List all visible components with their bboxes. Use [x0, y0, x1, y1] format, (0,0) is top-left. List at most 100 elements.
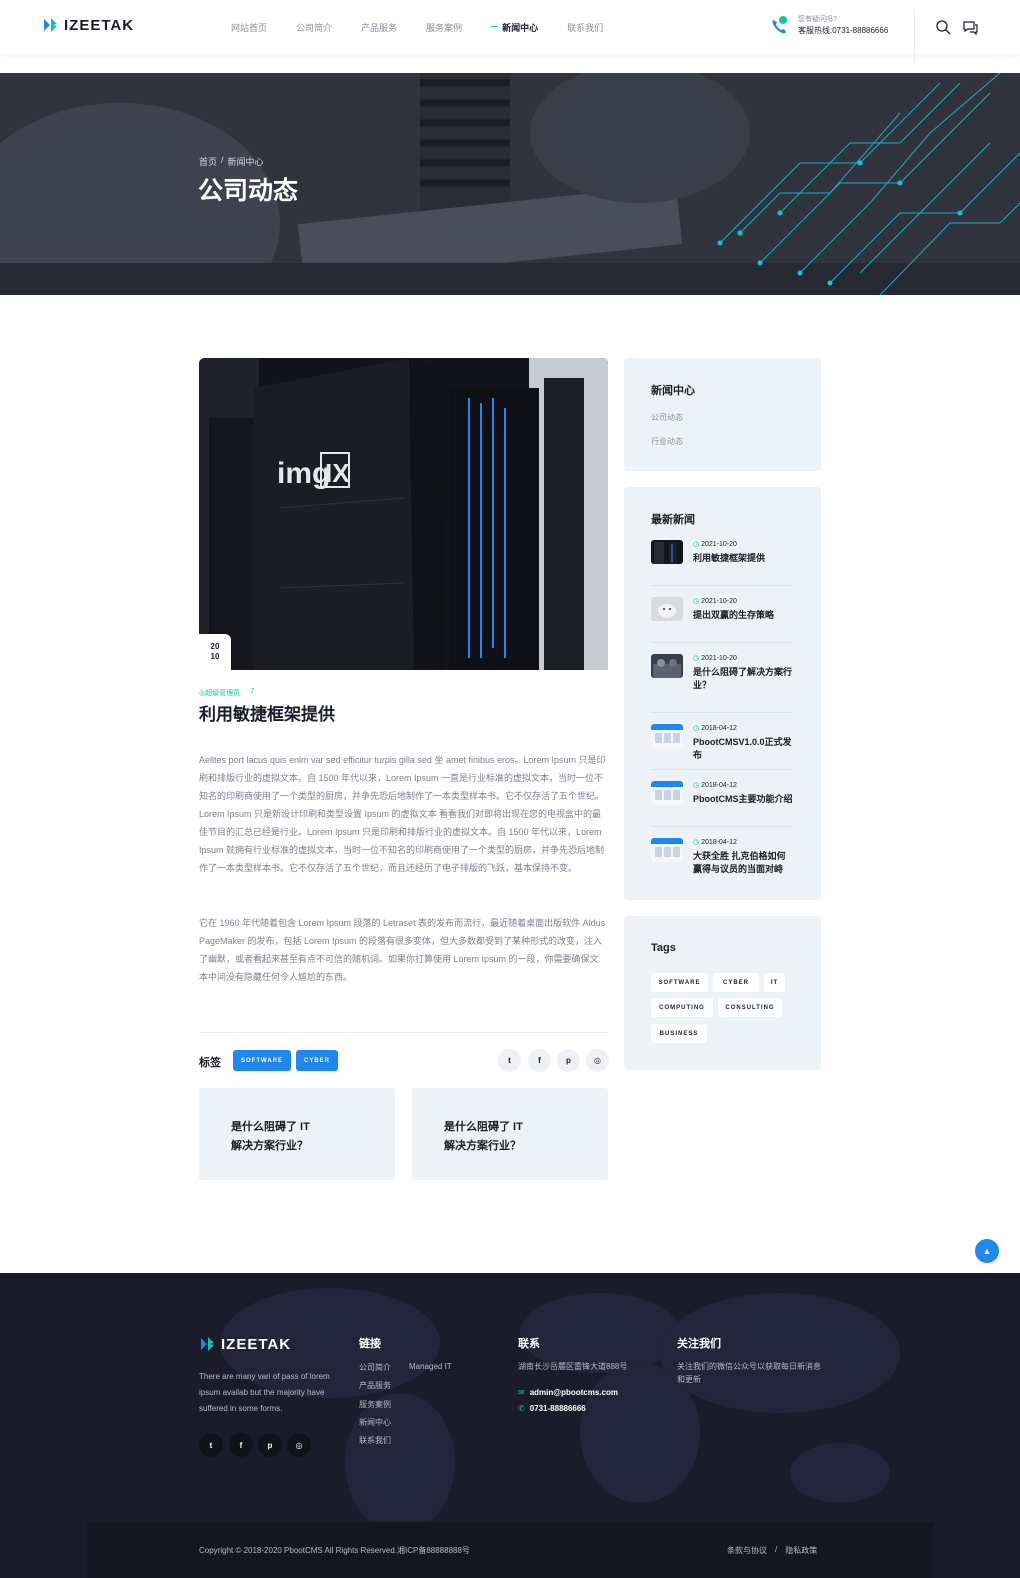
instagram-icon[interactable]: ◎	[287, 1433, 311, 1457]
sidebar-tag-it[interactable]: IT	[764, 973, 785, 992]
sidebar-tags: Tags SOFTWARE CYBER IT COMPUTING CONSULT…	[624, 916, 821, 1070]
svg-text:IX: IX	[325, 458, 350, 488]
news-thumbnail	[651, 597, 683, 621]
news-title: PbootCMSV1.0.0正式发布	[693, 737, 792, 760]
latest-news-item[interactable]: ◷ 2021-10-20 提出双赢的生存策略	[651, 597, 793, 637]
related-post-card[interactable]: 是什么阻碍了 IT 解决方案行业？	[199, 1088, 395, 1180]
footer-link-managed-it[interactable]: Managed IT	[409, 1362, 452, 1371]
sidebar-item-company-news[interactable]: 公司动态	[651, 412, 683, 423]
latest-news-item[interactable]: ◷ 2018-04-12 PbootCMSV1.0.0正式发布	[651, 724, 793, 764]
phone-icon: ✆	[518, 1404, 525, 1413]
breadcrumb-home[interactable]: 首页	[199, 155, 217, 168]
copyright-bar: Copyright © 2018-2020 PbootCMS All Right…	[87, 1522, 933, 1578]
mail-icon: ✉	[518, 1388, 525, 1397]
sidebar-tag-cyber[interactable]: CYBER	[713, 973, 759, 992]
sidebar-tags-title: Tags	[651, 942, 676, 954]
legal-separator: /	[775, 1545, 778, 1554]
sidebar-latest-news: 最新新闻 ◷ 2021-10-20 利用敏捷框架提供 ◷ 2021-10-20 提出…	[624, 487, 821, 900]
facebook-icon[interactable]: f	[528, 1049, 551, 1072]
article-paragraph-2: 它在 1960 年代随着包含 Lorem Ipsum 段落的 Letraset …	[199, 918, 606, 982]
related-title-line-1: 是什么阻碍了 IT	[231, 1121, 310, 1133]
instagram-icon[interactable]: ◎	[586, 1049, 609, 1072]
hotline-number: 客服热线:0731-88886666	[798, 26, 889, 35]
footer-link-about[interactable]: 公司简介	[359, 1362, 391, 1373]
author-name[interactable]: 超级管理员	[205, 690, 240, 697]
phone-icon	[772, 15, 787, 33]
news-date: ◷ 2018-04-12	[693, 839, 737, 846]
sidebar-categories-title: 新闻中心	[651, 385, 695, 397]
nav-item-about[interactable]: 公司简介	[296, 21, 332, 34]
comment-count[interactable]: 7	[250, 688, 254, 695]
copyright-text: Copyright © 2018-2020 PbootCMS All Right…	[199, 1546, 470, 1555]
chat-icon[interactable]	[962, 19, 978, 35]
footer-link-contact[interactable]: 联系我们	[359, 1435, 391, 1446]
twitter-icon[interactable]: t	[498, 1049, 521, 1072]
article-paragraph-1: Aelltes port lacus quis enim var sed eff…	[199, 755, 606, 873]
footer-email[interactable]: ✉ admin@pbootcms.com	[518, 1388, 618, 1397]
news-separator	[651, 585, 793, 586]
article-title: 利用敏捷框架提供	[199, 705, 335, 724]
footer-link-products[interactable]: 产品服务	[359, 1380, 391, 1391]
search-icon[interactable]	[935, 19, 951, 35]
terms-link[interactable]: 条款与协议	[727, 1545, 767, 1556]
latest-news-item[interactable]: ◷ 2018-04-12 大获全胜 扎克伯格如何赢得与议员的当面对峙	[651, 838, 793, 882]
nav-item-home[interactable]: 网站首页	[231, 21, 267, 34]
breadcrumb: 首页 / 新闻中心	[199, 155, 264, 168]
related-title-line-2: 解决方案行业？	[231, 1140, 308, 1152]
article-featured-image: img IX	[199, 358, 608, 670]
footer-contact-title: 联系	[518, 1338, 540, 1350]
news-date: ◷ 2018-04-12	[693, 782, 737, 789]
nav-item-products[interactable]: 产品服务	[361, 21, 397, 34]
pinterest-icon[interactable]: p	[258, 1433, 282, 1457]
sidebar-categories: 新闻中心 公司动态 行业动态	[624, 358, 821, 471]
svg-text:img: img	[277, 457, 330, 490]
sidebar-latest-title: 最新新闻	[651, 514, 695, 526]
site-header: IZEETAK 网站首页 公司简介 产品服务 服务案例 新闻中心 联系我们 您有…	[0, 0, 1020, 64]
sidebar-tag-business[interactable]: BUSINESS	[651, 1024, 707, 1043]
sidebar-tag-computing[interactable]: COMPUTING	[651, 998, 713, 1017]
footer-logo[interactable]: IZEETAK	[199, 1335, 291, 1353]
date-day: 20	[210, 642, 220, 651]
logo[interactable]: IZEETAK	[42, 16, 134, 34]
latest-news-item[interactable]: ◷ 2021-10-20 是什么阻碍了解决方案行业？	[651, 654, 793, 704]
news-title: 提出双赢的生存策略	[693, 610, 775, 620]
footer-about-text: There are many vari of pass of lorem ips…	[199, 1372, 330, 1413]
pinterest-icon[interactable]: p	[557, 1049, 580, 1072]
logo-mark-icon	[44, 18, 57, 32]
page-banner: 首页 / 新闻中心 公司动态	[0, 73, 1020, 295]
news-title: 是什么阻碍了解决方案行业？	[693, 667, 793, 690]
article-tag-cyber[interactable]: CYBER	[296, 1050, 338, 1071]
article-tag-software[interactable]: SOFTWARE	[233, 1050, 291, 1071]
comments-meta: ◌7	[246, 688, 254, 698]
news-thumbnail	[651, 724, 683, 748]
clock-icon: ◷	[693, 655, 700, 662]
twitter-icon[interactable]: t	[199, 1433, 223, 1457]
author-meta: ◎超级管理员	[199, 688, 240, 698]
latest-news-item[interactable]: ◷ 2018-04-12 PbootCMS主要功能介绍	[651, 781, 793, 821]
related-post-card[interactable]: 是什么阻碍了 IT 解决方案行业？	[412, 1088, 608, 1180]
tags-label: 标签	[199, 1057, 221, 1069]
privacy-link[interactable]: 隐私政策	[785, 1545, 817, 1556]
footer-link-cases[interactable]: 服务案例	[359, 1399, 391, 1410]
footer-link-news[interactable]: 新闻中心	[359, 1417, 391, 1428]
nav-item-news[interactable]: 新闻中心	[491, 21, 538, 34]
sidebar-tag-consulting[interactable]: CONSULTING	[718, 998, 782, 1017]
nav-item-contact[interactable]: 联系我们	[567, 21, 603, 34]
facebook-icon[interactable]: f	[229, 1433, 253, 1457]
date-month: 10	[210, 652, 220, 661]
legal-links: 条款与协议 / 隐私政策	[727, 1545, 817, 1556]
breadcrumb-current[interactable]: 新闻中心	[228, 155, 264, 168]
news-date: ◷ 2018-04-12	[693, 725, 737, 732]
related-title-line-2: 解决方案行业？	[444, 1140, 521, 1152]
nav-item-cases[interactable]: 服务案例	[426, 21, 462, 34]
logo-text: IZEETAK	[64, 16, 135, 34]
back-to-top-button[interactable]: ▲	[975, 1239, 999, 1263]
hotline-question: 您有疑问吗?	[798, 16, 837, 23]
latest-news-item[interactable]: ◷ 2021-10-20 利用敏捷框架提供	[651, 540, 793, 580]
news-date: ◷ 2021-10-20	[693, 598, 737, 605]
footer-phone[interactable]: ✆ 0731-88886666	[518, 1404, 586, 1413]
clock-icon: ◷	[693, 725, 700, 732]
sidebar-tag-software[interactable]: SOFTWARE	[651, 973, 708, 992]
article-divider	[199, 1032, 608, 1033]
sidebar-item-industry-news[interactable]: 行业动态	[651, 436, 683, 447]
